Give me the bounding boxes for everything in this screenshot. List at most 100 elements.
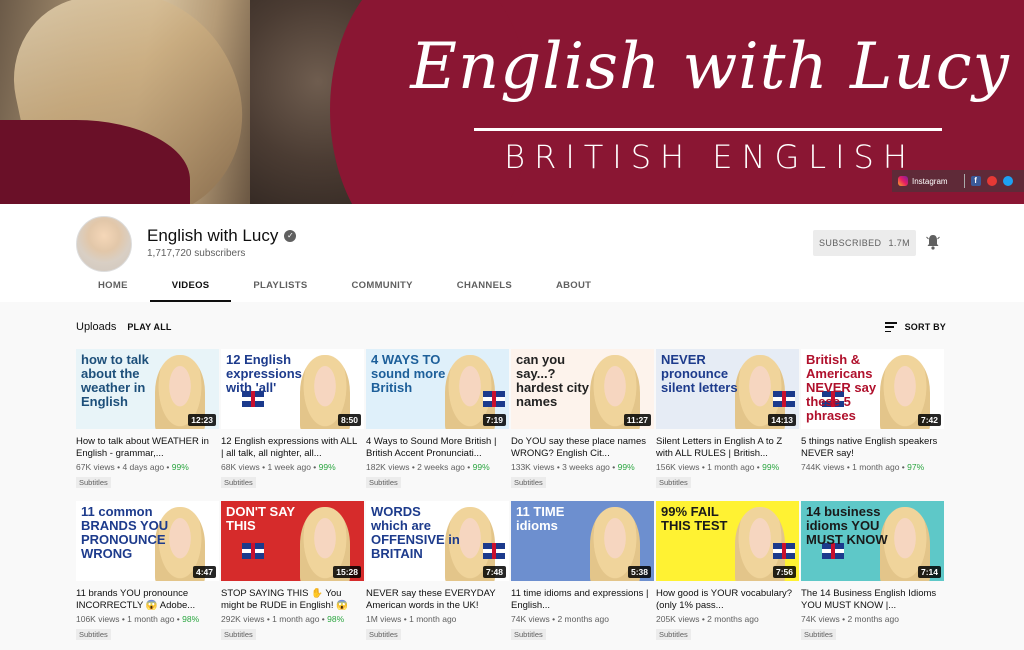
video-title[interactable]: NEVER say these EVERYDAY American words … xyxy=(366,588,506,612)
video-thumbnail[interactable]: 4 WAYS TO sound more British 7:19 xyxy=(366,349,509,429)
video-card[interactable]: NEVER pronounce silent letters 14:13 Silen… xyxy=(656,349,799,493)
avatar[interactable] xyxy=(76,216,132,272)
uploads-bar: Uploads PLAY ALL SORT BY xyxy=(76,318,946,336)
video-rating: 99% xyxy=(762,462,780,472)
tab-channels[interactable]: CHANNELS xyxy=(435,274,534,302)
video-thumbnail[interactable]: 11 common BRANDS YOU PRONOUNCE WRONG 4:47 xyxy=(76,501,219,581)
subscribe-button[interactable]: SUBSCRIBED 1.7M xyxy=(813,230,916,256)
video-views: 156K views xyxy=(656,462,700,472)
thumbnail-text: 12 English expressions with 'all' xyxy=(226,352,302,395)
tab-videos[interactable]: VIDEOS xyxy=(149,274,232,302)
video-duration: 11:27 xyxy=(623,414,651,426)
play-all-button[interactable]: PLAY ALL xyxy=(127,322,171,332)
video-title[interactable]: 11 time idioms and expressions | English… xyxy=(511,588,651,612)
subtitles-badge: Subtitles xyxy=(221,477,256,488)
banner-subtitle: BRITISH ENGLISH xyxy=(504,138,916,176)
video-duration: 5:38 xyxy=(627,566,651,578)
thumbnail-text: DON'T SAY THIS xyxy=(226,504,295,533)
video-thumbnail[interactable]: how to talk about the weather in English… xyxy=(76,349,219,429)
social-links: Instagram f xyxy=(892,170,1024,192)
video-duration: 7:14 xyxy=(917,566,941,578)
video-title[interactable]: STOP SAYING THIS ✋ You might be RUDE in … xyxy=(221,588,361,612)
video-views: 133K views xyxy=(511,462,555,472)
video-card[interactable]: WORDS which are OFFENSIVE in BRITAIN 7:48… xyxy=(366,501,509,645)
video-rating: 99% xyxy=(617,462,635,472)
video-card[interactable]: 11 common BRANDS YOU PRONOUNCE WRONG 4:47… xyxy=(76,501,219,645)
video-card[interactable]: 4 WAYS TO sound more British 7:19 4 Ways t… xyxy=(366,349,509,493)
video-thumbnail[interactable]: can you say...? hardest city names 11:27 xyxy=(511,349,654,429)
thumbnail-text: 11 common BRANDS YOU PRONOUNCE WRONG xyxy=(81,504,169,561)
channel-name: English with Lucy xyxy=(147,226,279,245)
facebook-icon[interactable]: f xyxy=(970,176,981,186)
subtitles-badge: Subtitles xyxy=(656,629,691,640)
video-age: 2 months ago xyxy=(707,614,759,624)
video-duration: 15:28 xyxy=(333,566,361,578)
video-thumbnail[interactable]: 14 business idioms YOU MUST KNOW 7:14 xyxy=(801,501,944,581)
subtitles-badge: Subtitles xyxy=(366,477,401,488)
subtitles-badge: Subtitles xyxy=(511,477,546,488)
video-meta: 1M views • 1 month ago xyxy=(366,614,457,624)
video-meta: 292K views • 1 month ago • 98% xyxy=(221,614,345,624)
video-meta: 106K views • 1 month ago • 98% xyxy=(76,614,200,624)
video-thumbnail[interactable]: WORDS which are OFFENSIVE in BRITAIN 7:48 xyxy=(366,501,509,581)
video-thumbnail[interactable]: 99% FAIL THIS TEST 7:56 xyxy=(656,501,799,581)
video-card[interactable]: 99% FAIL THIS TEST 7:56 How good is YOUR v… xyxy=(656,501,799,645)
video-thumbnail[interactable]: 12 English expressions with 'all' 8:50 xyxy=(221,349,364,429)
channel-header: English with Lucy ✓ 1,717,720 subscriber… xyxy=(0,204,1024,302)
instagram-label: Instagram xyxy=(912,176,948,186)
video-title[interactable]: 12 English expressions with ALL | all ta… xyxy=(221,436,361,460)
thumbnail-text: 99% FAIL THIS TEST xyxy=(661,504,728,533)
video-card[interactable]: can you say...? hardest city names 11:27 D… xyxy=(511,349,654,493)
video-card[interactable]: 14 business idioms YOU MUST KNOW 7:14 The … xyxy=(801,501,944,645)
video-meta: 67K views • 4 days ago • 99% xyxy=(76,462,189,472)
video-duration: 12:23 xyxy=(188,414,216,426)
instagram-icon xyxy=(898,176,908,186)
video-card[interactable]: DON'T SAY THIS 15:28 STOP SAYING THIS ✋ Yo… xyxy=(221,501,364,645)
thumbnail-text: WORDS which are OFFENSIVE in BRITAIN xyxy=(371,504,460,561)
video-title[interactable]: The 14 Business English Idioms YOU MUST … xyxy=(801,588,941,612)
video-views: 205K views xyxy=(656,614,700,624)
video-title[interactable]: How to talk about WEATHER in English - g… xyxy=(76,436,216,460)
video-age: 1 month ago xyxy=(272,614,320,624)
tab-about[interactable]: ABOUT xyxy=(534,274,613,302)
video-age: 1 month ago xyxy=(127,614,175,624)
video-thumbnail[interactable]: DON'T SAY THIS 15:28 xyxy=(221,501,364,581)
banner-title: English with Lucy xyxy=(410,30,1010,104)
video-meta: 74K views • 2 months ago xyxy=(801,614,899,624)
website-icon[interactable] xyxy=(986,176,997,186)
video-card[interactable]: British & Americans NEVER say these 5 ph… xyxy=(801,349,944,493)
notification-bell-icon[interactable] xyxy=(926,234,940,250)
video-rating: 99% xyxy=(472,462,490,472)
video-views: 182K views xyxy=(366,462,410,472)
video-thumbnail[interactable]: British & Americans NEVER say these 5 ph… xyxy=(801,349,944,429)
video-card[interactable]: 12 English expressions with 'all' 8:50 12 … xyxy=(221,349,364,493)
video-card[interactable]: how to talk about the weather in English… xyxy=(76,349,219,493)
video-title[interactable]: 5 things native English speakers NEVER s… xyxy=(801,436,941,460)
subscriber-count: 1,717,720 subscribers xyxy=(147,248,246,259)
video-thumbnail[interactable]: 11 TIME idioms 5:38 xyxy=(511,501,654,581)
instagram-link[interactable]: Instagram xyxy=(898,176,948,186)
video-title[interactable]: Silent Letters in English A to Z with AL… xyxy=(656,436,796,460)
video-title[interactable]: 4 Ways to Sound More British | British A… xyxy=(366,436,506,460)
video-meta: 205K views • 2 months ago xyxy=(656,614,759,624)
video-rating: 98% xyxy=(182,614,200,624)
tab-playlists[interactable]: PLAYLISTS xyxy=(231,274,329,302)
subtitles-badge: Subtitles xyxy=(76,477,111,488)
video-card[interactable]: 11 TIME idioms 5:38 11 time idioms and exp… xyxy=(511,501,654,645)
twitter-icon[interactable] xyxy=(1002,176,1013,186)
video-views: 68K views xyxy=(221,462,260,472)
video-title[interactable]: Do YOU say these place names WRONG? Engl… xyxy=(511,436,651,460)
video-thumbnail[interactable]: NEVER pronounce silent letters 14:13 xyxy=(656,349,799,429)
video-age: 1 month ago xyxy=(852,462,900,472)
channel-tabs: HOME VIDEOS PLAYLISTS COMMUNITY CHANNELS ABOU… xyxy=(80,274,613,302)
sort-icon xyxy=(884,322,897,332)
video-title[interactable]: How good is YOUR vocabulary? (only 1% pa… xyxy=(656,588,796,612)
tab-community[interactable]: COMMUNITY xyxy=(330,274,435,302)
thumbnail-text: NEVER pronounce silent letters xyxy=(661,352,738,395)
video-meta: 156K views • 1 month ago • 99% xyxy=(656,462,780,472)
sort-by-button[interactable]: SORT BY xyxy=(884,322,946,332)
tab-home[interactable]: HOME xyxy=(80,274,150,302)
video-duration: 4:47 xyxy=(192,566,216,578)
video-duration: 7:48 xyxy=(482,566,506,578)
video-title[interactable]: 11 brands YOU pronounce INCORRECTLY 😱 Ad… xyxy=(76,588,216,612)
